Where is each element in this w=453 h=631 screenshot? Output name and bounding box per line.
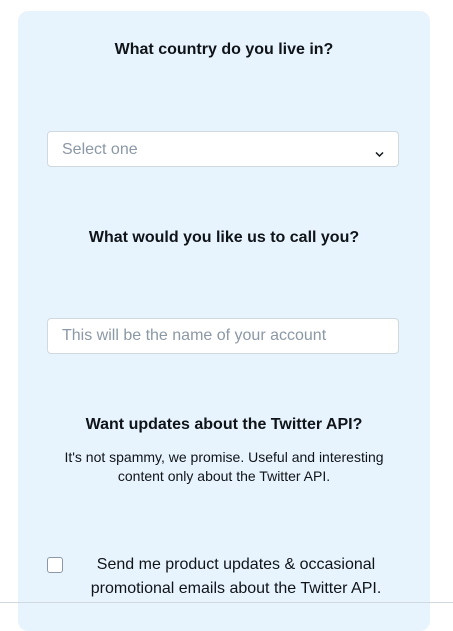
country-question-title: What country do you live in?	[114, 41, 334, 58]
updates-checkbox[interactable]	[47, 557, 63, 573]
country-select[interactable]: Select one	[47, 131, 399, 167]
updates-checkbox-label[interactable]: Send me product updates & occasional pro…	[76, 553, 396, 601]
chevron-down-icon	[375, 145, 384, 158]
name-question-title: What would you like us to call you?	[88, 229, 360, 246]
account-name-field	[47, 318, 399, 354]
signup-form-card: What country do you live in? Select one …	[18, 11, 430, 631]
country-select-placeholder: Select one	[62, 141, 138, 158]
updates-question-title: Want updates about the Twitter API?	[85, 416, 363, 433]
account-name-input[interactable]	[48, 319, 398, 353]
updates-description: It's not spammy, we promise. Useful and …	[64, 449, 384, 484]
bottom-divider	[0, 602, 453, 603]
